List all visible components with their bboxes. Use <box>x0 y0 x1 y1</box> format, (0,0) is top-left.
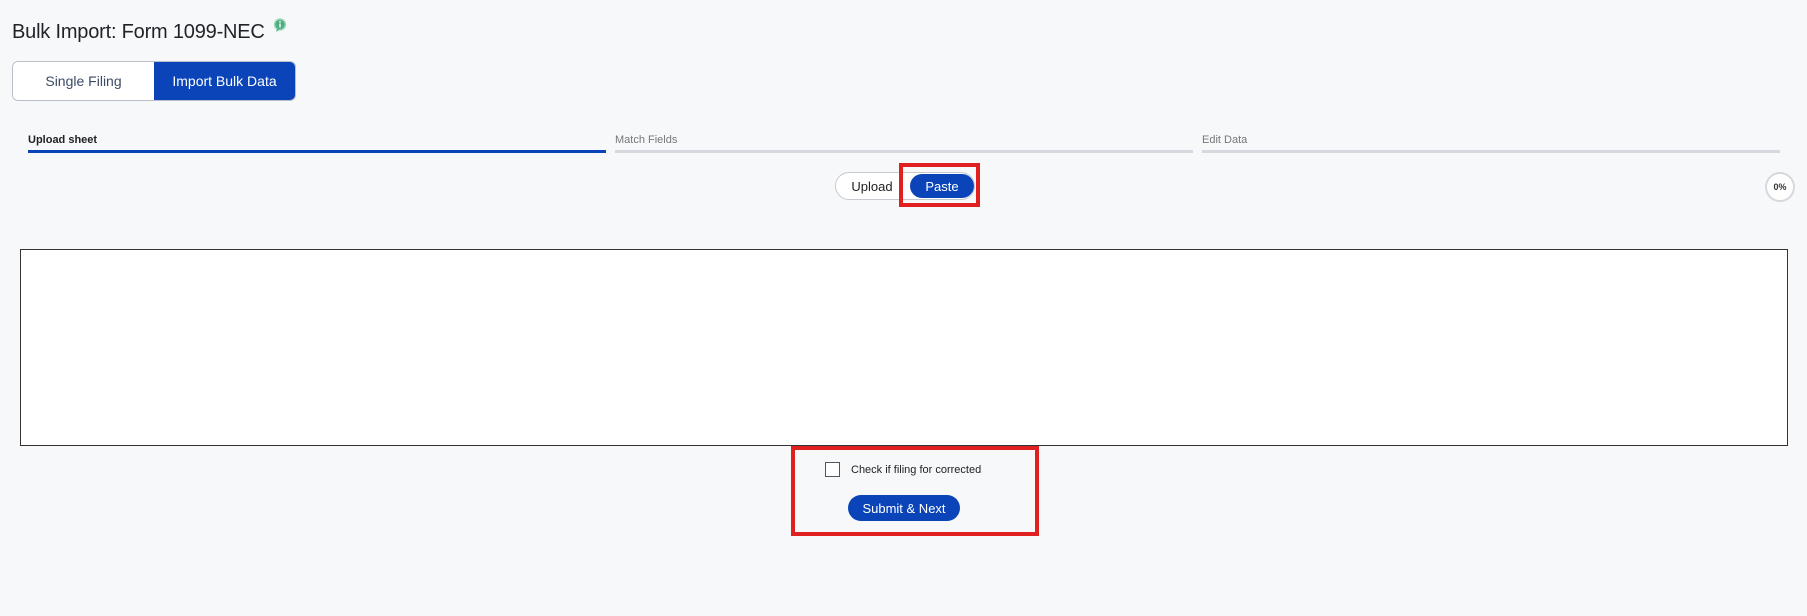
paste-button[interactable]: Paste <box>910 174 974 198</box>
import-bulk-data-tab[interactable]: Import Bulk Data <box>154 62 295 100</box>
corrected-filing-label: Check if filing for corrected <box>851 463 982 476</box>
import-stepper: Upload sheet Match Fields Edit Data <box>28 134 1780 153</box>
step-label: Edit Data <box>1202 134 1248 146</box>
filing-mode-toggle: Single Filing Import Bulk Data <box>12 61 296 101</box>
step-label: Upload sheet <box>28 134 98 146</box>
corrected-filing-checkbox[interactable] <box>825 462 840 477</box>
step-edit-data: Edit Data <box>1202 134 1780 153</box>
step-progress-bar <box>28 150 606 153</box>
step-upload-sheet: Upload sheet <box>28 134 606 153</box>
submit-next-button[interactable]: Submit & Next <box>848 495 960 521</box>
corrected-filing-row: Check if filing for corrected <box>825 462 981 477</box>
info-bubble-icon[interactable] <box>273 18 288 33</box>
title-row: Bulk Import: Form 1099-NEC <box>12 18 288 46</box>
upload-button[interactable]: Upload <box>836 174 908 198</box>
step-match-fields: Match Fields <box>615 134 1193 153</box>
step-progress-bar <box>1202 150 1780 153</box>
annotation-highlight-submit <box>791 446 1039 536</box>
step-progress-bar <box>615 150 1193 153</box>
page-title: Bulk Import: Form 1099-NEC <box>12 21 265 43</box>
step-label: Match Fields <box>615 134 678 146</box>
data-source-toggle: Upload Paste <box>835 172 975 200</box>
single-filing-tab[interactable]: Single Filing <box>13 62 154 100</box>
paste-data-textarea[interactable] <box>20 249 1788 446</box>
progress-badge: 0% <box>1765 172 1795 202</box>
